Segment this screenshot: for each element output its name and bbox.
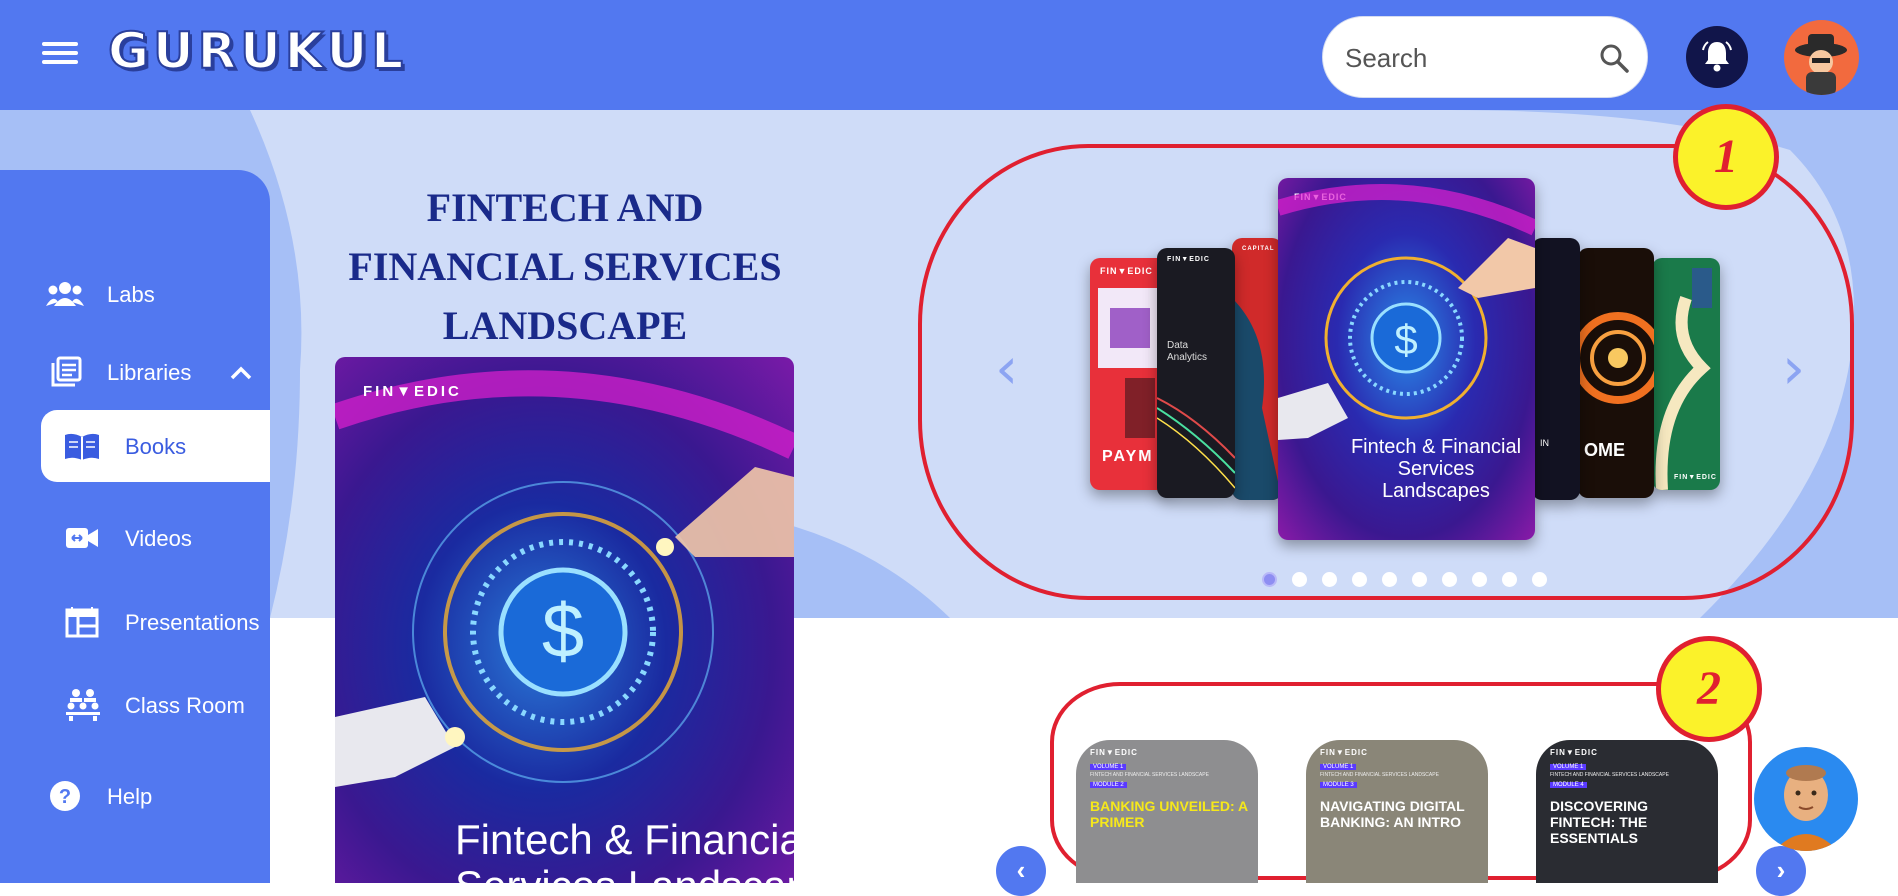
- sidebar-item-labs[interactable]: Labs: [0, 264, 270, 324]
- module-brand: FIN▼EDIC: [1550, 748, 1598, 757]
- carousel-dot[interactable]: [1442, 572, 1457, 587]
- book-art: [1157, 397, 1235, 489]
- sidebar-item-label: Labs: [107, 282, 155, 307]
- avatar-character-icon: [1795, 34, 1847, 95]
- notifications-button[interactable]: [1686, 26, 1748, 88]
- book-cover-text: OME: [1584, 440, 1626, 460]
- carousel-dot[interactable]: [1382, 572, 1397, 587]
- book-cover-text: IN: [1540, 438, 1549, 448]
- module-number: MODULE 4: [1550, 782, 1587, 788]
- cover-title-line: Services Landscapes: [455, 863, 794, 884]
- carousel-dot[interactable]: [1532, 572, 1547, 587]
- module-brand: FIN▼EDIC: [1090, 748, 1138, 757]
- cover-title-line: Fintech & Financial: [455, 816, 794, 863]
- book-cover-text: PAYM: [1102, 448, 1154, 465]
- search-box[interactable]: [1322, 16, 1648, 98]
- cover-brand: FIN▼EDIC: [363, 383, 462, 400]
- sidebar-item-libraries[interactable]: Libraries: [0, 342, 270, 402]
- module-number: MODULE 3: [1320, 782, 1357, 788]
- featured-book-title: FINTECH AND FINANCIAL SERVICES LANDSCAPE: [322, 178, 808, 355]
- sidebar-item-videos[interactable]: Videos: [0, 508, 270, 568]
- module-card[interactable]: FIN▼EDIC VOLUME 1 FINTECH AND FINANCIAL SE…: [1306, 740, 1488, 883]
- assistant-bot-avatar[interactable]: [1754, 747, 1858, 851]
- library-icon: [51, 356, 82, 387]
- book-brand: FIN▼EDIC: [1674, 474, 1717, 481]
- title-line: FINTECH AND: [426, 185, 704, 230]
- sidebar-item-label: Presentations: [125, 610, 260, 635]
- cover-art: $: [335, 370, 794, 787]
- carousel-prev-button[interactable]: ‹: [995, 334, 1018, 402]
- module-prev-button[interactable]: ‹: [996, 846, 1046, 896]
- module-title: BANKING UNVEILED: A PRIMER: [1090, 798, 1248, 830]
- book-cover-text: Fintech & Financial Services Landscapes: [1350, 436, 1522, 502]
- sidebar-item-classroom[interactable]: Class Room: [0, 675, 270, 735]
- sidebar-item-label: Class Room: [125, 693, 245, 718]
- presentation-icon: [65, 607, 99, 638]
- module-volume: VOLUME 1: [1320, 764, 1357, 770]
- carousel-book[interactable]: OME: [1578, 248, 1654, 498]
- carousel-dot[interactable]: [1412, 572, 1427, 587]
- module-brand: FIN▼EDIC: [1320, 748, 1368, 757]
- module-subtitle: FINTECH AND FINANCIAL SERVICES LANDSCAPE: [1320, 772, 1439, 778]
- carousel-dot[interactable]: [1322, 572, 1337, 587]
- carousel-dot[interactable]: [1262, 572, 1277, 587]
- bell-icon: [1702, 41, 1732, 72]
- carousel-book[interactable]: FIN▼EDIC: [1652, 258, 1720, 490]
- app-logo[interactable]: GURUKUL: [107, 21, 407, 81]
- chevron-up-icon[interactable]: [230, 366, 252, 380]
- sidebar-item-help[interactable]: ? Help: [0, 766, 270, 826]
- search-input[interactable]: [1343, 37, 1587, 79]
- svg-text:$: $: [1394, 316, 1417, 363]
- carousel-dot[interactable]: [1502, 572, 1517, 587]
- module-card[interactable]: FIN▼EDIC VOLUME 1 FINTECH AND FINANCIAL SE…: [1076, 740, 1258, 883]
- annotation-badge-2: 2: [1656, 636, 1762, 742]
- sidebar-item-label: Libraries: [107, 360, 192, 385]
- title-line: LANDSCAPE: [442, 303, 688, 348]
- top-app-bar: GURUKUL: [0, 0, 1898, 110]
- search-icon[interactable]: [1599, 43, 1629, 73]
- book-art: [1655, 268, 1712, 490]
- monk-avatar-icon: [1774, 765, 1838, 851]
- module-card[interactable]: FIN▼EDIC VOLUME 1 FINTECH AND FINANCIAL SE…: [1536, 740, 1718, 883]
- classroom-icon: [66, 689, 100, 721]
- carousel-book[interactable]: CAPITAL: [1232, 238, 1282, 500]
- module-next-button[interactable]: ›: [1756, 846, 1806, 896]
- cover-title: Fintech & Financial Services Landscapes: [455, 816, 794, 884]
- module-subtitle: FINTECH AND FINANCIAL SERVICES LANDSCAPE: [1090, 772, 1209, 778]
- video-icon: [66, 528, 98, 548]
- carousel-dot[interactable]: [1292, 572, 1307, 587]
- carousel-dot[interactable]: [1472, 572, 1487, 587]
- book-icon: [65, 433, 99, 460]
- sidebar-item-presentations[interactable]: Presentations: [0, 592, 270, 652]
- svg-text:$: $: [542, 589, 584, 674]
- carousel-next-button[interactable]: ›: [1782, 334, 1805, 402]
- carousel-dot[interactable]: [1352, 572, 1367, 587]
- annotation-badge-1: 1: [1673, 104, 1779, 210]
- svg-text:?: ?: [59, 786, 71, 808]
- people-icon: [46, 282, 84, 306]
- module-subtitle: FINTECH AND FINANCIAL SERVICES LANDSCAPE: [1550, 772, 1669, 778]
- sidebar-item-label: Books: [125, 434, 187, 459]
- module-title: DISCOVERING FINTECH: THE ESSENTIALS: [1550, 798, 1649, 846]
- book-art: [1232, 298, 1282, 500]
- module-volume: VOLUME 1: [1550, 764, 1587, 770]
- module-volume: VOLUME 1: [1090, 764, 1127, 770]
- carousel-book[interactable]: FIN▼EDIC Data Analytics: [1157, 248, 1235, 498]
- sidebar-item-books[interactable]: Books: [41, 410, 270, 482]
- title-line: FINANCIAL SERVICES: [348, 244, 782, 289]
- sidebar: Labs Libraries Books Videos Presentation…: [0, 170, 270, 883]
- carousel-book-active[interactable]: FIN▼EDIC $ Fintech & Financial Services …: [1278, 178, 1535, 540]
- module-title: NAVIGATING DIGITAL BANKING: AN INTRO: [1320, 798, 1465, 830]
- featured-book-cover[interactable]: $ FIN▼EDIC Fintech & Financial Services …: [335, 357, 794, 883]
- user-avatar[interactable]: [1784, 20, 1859, 95]
- hamburger-menu-icon[interactable]: [42, 42, 78, 68]
- module-number: MODULE 2: [1090, 782, 1127, 788]
- carousel-book[interactable]: IN: [1532, 238, 1580, 500]
- book-cover-text: Data Analytics: [1167, 340, 1208, 363]
- help-icon: ?: [50, 781, 80, 811]
- sidebar-item-label: Help: [107, 784, 153, 809]
- sidebar-item-label: Videos: [125, 526, 192, 551]
